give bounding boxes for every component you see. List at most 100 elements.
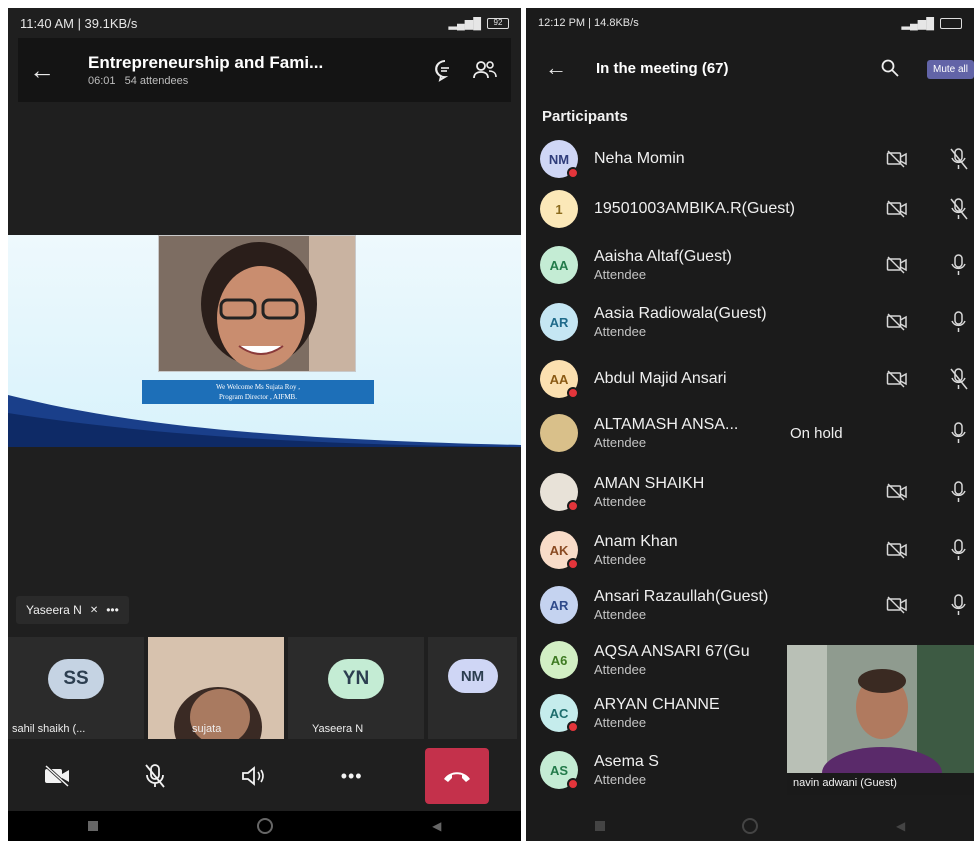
participant-tile-name: Yaseera N bbox=[312, 723, 364, 735]
participant-avatar bbox=[540, 473, 579, 512]
speaker-button[interactable] bbox=[228, 751, 278, 801]
participant-tile[interactable]: SS sahil shaikh (... bbox=[8, 637, 144, 739]
participant-row[interactable]: NM Neha Momin bbox=[526, 138, 974, 180]
mic-off-icon[interactable] bbox=[948, 367, 970, 391]
back-nav-icon[interactable]: ◀ bbox=[896, 819, 905, 833]
participant-name: Neha Momin bbox=[594, 150, 685, 167]
home-nav-icon[interactable] bbox=[742, 818, 759, 834]
camera-off-icon bbox=[886, 312, 908, 332]
search-button[interactable] bbox=[870, 48, 910, 88]
hang-up-button[interactable] bbox=[424, 748, 489, 804]
camera-off-icon bbox=[886, 149, 908, 169]
presence-dot-icon bbox=[567, 721, 579, 733]
participant-row[interactable]: AR Aasia Radiowala(Guest) Attendee bbox=[526, 301, 974, 343]
participant-info: AMAN SHAIKH Attendee bbox=[594, 475, 704, 509]
home-nav-icon[interactable] bbox=[256, 818, 273, 834]
back-button[interactable]: ← bbox=[18, 46, 66, 94]
participants-header: ← In the meeting (67) bbox=[526, 38, 974, 98]
participant-status: On hold bbox=[790, 425, 843, 442]
participant-avatar: NM bbox=[540, 140, 579, 179]
participant-role: Attendee bbox=[594, 607, 647, 622]
participant-role: Attendee bbox=[594, 772, 647, 787]
participant-row[interactable]: AA Aaisha Altaf(Guest) Attendee bbox=[526, 244, 974, 286]
more-actions-button[interactable]: ••• bbox=[327, 751, 377, 801]
muted-mic-icon: ✕ bbox=[89, 604, 99, 616]
mic-icon[interactable] bbox=[948, 421, 970, 445]
participant-video-tile[interactable]: sujata bbox=[148, 637, 284, 767]
participant-info: Abdul Majid Ansari bbox=[594, 370, 727, 388]
camera-off-icon bbox=[886, 482, 908, 502]
back-nav-icon[interactable]: ◀ bbox=[432, 819, 441, 833]
picture-in-picture-video[interactable]: navin adwani (Guest) bbox=[787, 645, 974, 795]
participant-name: ALTAMASH ANSA... bbox=[594, 416, 739, 433]
participant-initials: AR bbox=[549, 597, 569, 613]
recents-nav-icon[interactable] bbox=[594, 821, 605, 831]
participant-avatar: AC bbox=[540, 694, 579, 733]
recents-nav-icon[interactable] bbox=[87, 821, 98, 831]
meeting-header: ← Entrepreneurship and Fami... 06:01 54 … bbox=[18, 38, 511, 102]
participant-tile[interactable]: NM bbox=[428, 637, 517, 739]
more-options-icon: ••• bbox=[106, 603, 119, 617]
presence-dot-icon bbox=[567, 167, 579, 179]
mute-all-button[interactable]: Mute all bbox=[926, 60, 974, 79]
participant-row[interactable]: AA Abdul Majid Ansari bbox=[526, 358, 974, 400]
pip-participant-name: navin adwani (Guest) bbox=[793, 777, 897, 789]
camera-toggle-button[interactable] bbox=[32, 751, 82, 801]
mic-icon[interactable] bbox=[948, 310, 970, 334]
participant-initials: AA bbox=[549, 257, 569, 273]
participants-button[interactable] bbox=[465, 50, 505, 90]
participant-name: AQSA ANSARI 67(Gu bbox=[594, 643, 750, 660]
participant-role: Attendee bbox=[594, 715, 647, 730]
chat-icon bbox=[435, 60, 449, 82]
participant-role: Attendee bbox=[594, 435, 647, 450]
status-icons: ▂▄▆█ 92 bbox=[448, 17, 509, 30]
mic-icon[interactable] bbox=[948, 480, 970, 504]
participant-row[interactable]: AR Ansari Razaullah(Guest) Attendee bbox=[526, 584, 974, 626]
mic-off-icon bbox=[145, 764, 165, 788]
presence-dot-icon bbox=[567, 500, 579, 512]
meeting-call-screen: 11:40 AM | 39.1KB/s ▂▄▆█ 92 ← Entreprene… bbox=[8, 8, 521, 841]
status-time: 11:40 AM | 39.1KB/s bbox=[20, 15, 138, 31]
signal-icon: ▂▄▆█ bbox=[448, 17, 481, 30]
participant-avatar: AR bbox=[540, 586, 578, 624]
participant-tile[interactable]: YN Yaseera N bbox=[288, 637, 424, 739]
mic-icon[interactable] bbox=[948, 593, 970, 617]
presence-dot-icon bbox=[567, 387, 579, 399]
mic-toggle-button[interactable] bbox=[130, 751, 180, 801]
meeting-subtitle: 06:01 54 attendees bbox=[88, 75, 425, 87]
status-time: 12:12 PM | 14.8KB/s bbox=[538, 17, 639, 29]
participant-initials: AC bbox=[549, 705, 569, 721]
participant-name: Asema S bbox=[594, 753, 659, 770]
mic-icon[interactable] bbox=[948, 538, 970, 562]
participant-name: Abdul Majid Ansari bbox=[594, 370, 727, 387]
participant-initials: AS bbox=[549, 762, 569, 778]
participant-name: ARYAN CHANNE bbox=[594, 696, 720, 713]
mic-icon[interactable] bbox=[948, 253, 970, 277]
participant-role: Attendee bbox=[594, 324, 647, 339]
camera-off-icon bbox=[886, 369, 908, 389]
mic-off-icon[interactable] bbox=[948, 147, 970, 171]
participants-title: In the meeting (67) bbox=[596, 59, 729, 77]
participant-tile-name: sahil shaikh (... bbox=[12, 723, 86, 735]
chat-button[interactable] bbox=[425, 50, 465, 90]
screenshot-stage: 11:40 AM | 39.1KB/s ▂▄▆█ 92 ← Entreprene… bbox=[0, 0, 974, 849]
participant-row[interactable]: AMAN SHAIKH Attendee bbox=[526, 471, 974, 513]
participant-name: Aaisha Altaf(Guest) bbox=[594, 248, 732, 265]
pinned-participant-chip[interactable]: Yaseera N ✕ ••• bbox=[16, 596, 129, 624]
participant-avatar: AA bbox=[540, 360, 579, 399]
participant-avatar: A6 bbox=[540, 641, 578, 679]
participant-avatar: AA bbox=[540, 246, 578, 284]
participant-row[interactable]: ALTAMASH ANSA... Attendee On hold bbox=[526, 412, 974, 454]
participant-info: Neha Momin bbox=[594, 150, 685, 168]
participant-row[interactable]: 1 19501003AMBIKA.R(Guest) bbox=[526, 188, 974, 230]
participant-row[interactable]: AK Anam Khan Attendee bbox=[526, 529, 974, 571]
participant-role: Attendee bbox=[594, 494, 647, 509]
mic-off-icon[interactable] bbox=[948, 197, 970, 221]
participant-avatar: AK bbox=[540, 531, 579, 570]
participant-avatar: NM bbox=[447, 659, 498, 693]
status-bar-right: 12:12 PM | 14.8KB/s ▂▄▆█ bbox=[526, 8, 974, 38]
camera-off-icon bbox=[45, 765, 70, 787]
back-button[interactable]: ← bbox=[532, 44, 580, 92]
participant-avatar bbox=[540, 414, 578, 452]
speaker-photo bbox=[158, 235, 356, 372]
